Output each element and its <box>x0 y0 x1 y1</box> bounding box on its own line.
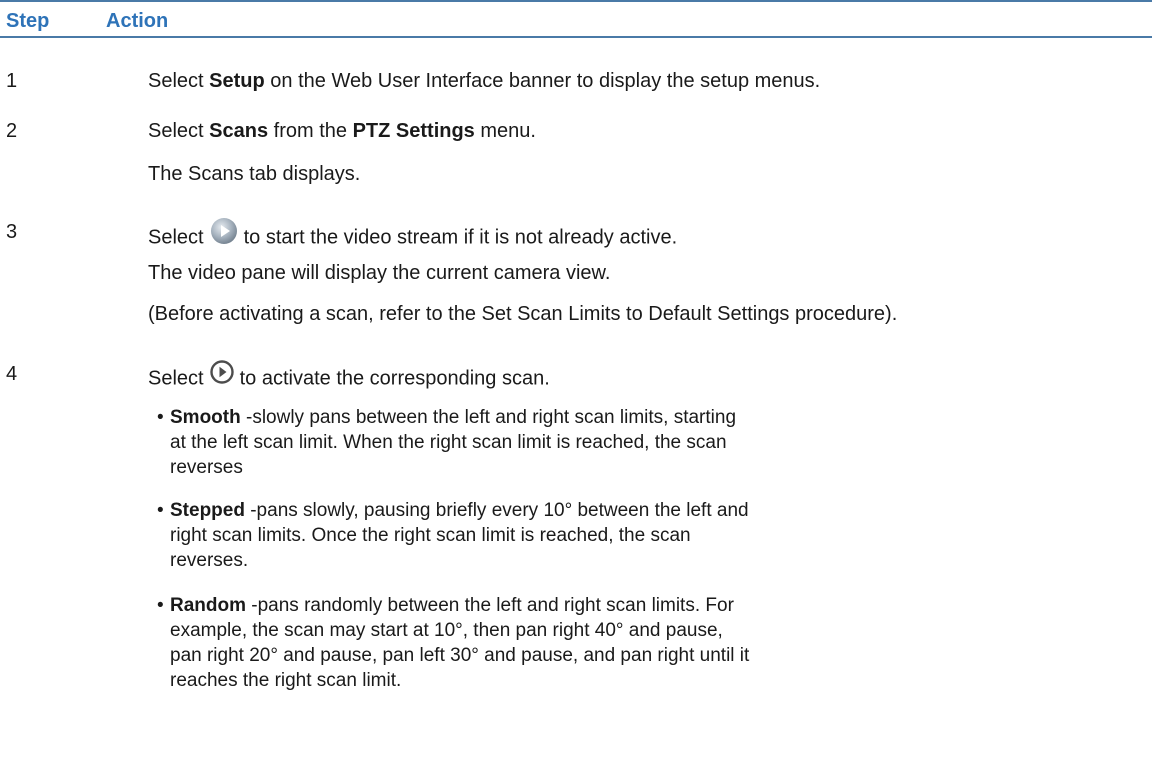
step-number: 3 <box>6 221 18 243</box>
column-header-action: Action <box>106 10 169 32</box>
column-header-step: Step <box>6 10 50 32</box>
step-1-instruction: Select Setup on the Web User Interface b… <box>148 70 821 92</box>
table-header: Step Action <box>0 0 1152 38</box>
scan-option-stepped: • Stepped -pans slowly, pausing briefly … <box>157 500 749 571</box>
scan-option-random: • Random -pans randomly between the left… <box>157 595 750 691</box>
step-3-note-1: The video pane will display the current … <box>148 262 611 284</box>
step-number: 4 <box>6 363 18 385</box>
play-stream-icon <box>208 216 240 252</box>
scan-option-smooth: • Smooth -slowly pans between the left a… <box>157 407 737 478</box>
step-4-instruction: Select to activate the corresponding sca… <box>148 360 550 396</box>
step-number: 1 <box>6 70 18 92</box>
activate-scan-icon <box>208 358 236 392</box>
scans-term: Scans <box>209 120 269 142</box>
step-2-note: The Scans tab displays. <box>148 163 361 185</box>
step-3-note-2: (Before activating a scan, refer to the … <box>148 303 898 325</box>
step-2-instruction: Select Scans from the PTZ Settings menu. <box>148 120 536 142</box>
setup-term: Setup <box>209 70 265 92</box>
step-3-instruction: Select to start the video stream if it i… <box>148 218 677 256</box>
step-number: 2 <box>6 120 18 142</box>
ptz-settings-term: PTZ Settings <box>352 120 475 142</box>
